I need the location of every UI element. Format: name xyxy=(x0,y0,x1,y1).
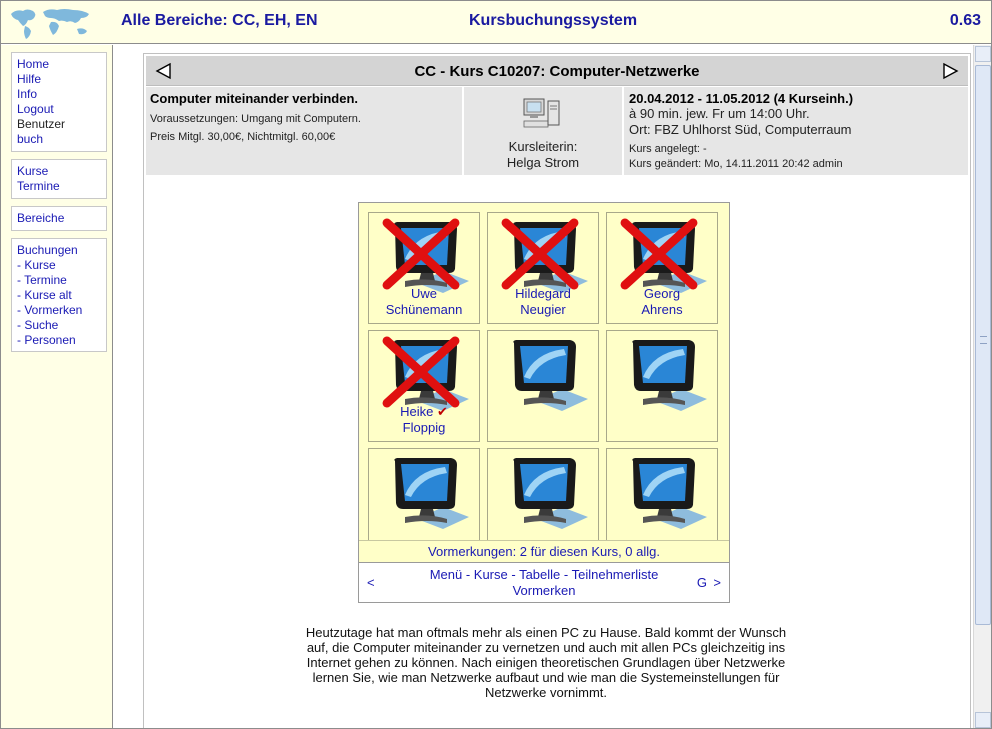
nav-logout[interactable]: Logout xyxy=(17,102,101,117)
booked-cross-icon xyxy=(382,218,460,290)
scroll-down-button[interactable] xyxy=(975,712,991,728)
link-menu[interactable]: Menü xyxy=(430,567,463,582)
course-prerequisites: Voraussetzungen: Umgang mit Computern. xyxy=(150,113,361,125)
course-header: CC - Kurs C10207: Computer-Netzwerke xyxy=(146,56,968,86)
nav-info[interactable]: Info xyxy=(17,87,101,102)
course-location: Ort: FBZ Uhlhorst Süd, Computerraum xyxy=(629,122,852,137)
course-title: CC - Kurs C10207: Computer-Netzwerke xyxy=(414,63,700,80)
computer-seat-icon xyxy=(632,458,707,529)
computer-seat-icon xyxy=(394,458,469,529)
nav-group-bookings: Buchungen - Kurse - Termine - Kurse alt … xyxy=(11,238,107,352)
computer-seat-icon xyxy=(632,340,707,411)
seat-participant-name[interactable]: Uwe Schünemann xyxy=(369,286,479,318)
seat-grid: Uwe Schünemann Hildegard Neugier Georg Ahrens… xyxy=(358,202,730,603)
booked-cross-icon xyxy=(382,336,460,408)
nav-areas[interactable]: Bereiche xyxy=(17,211,101,226)
booked-cross-icon xyxy=(620,218,698,290)
seat-participant-name[interactable]: Heike ✔ Floppig xyxy=(369,404,479,436)
seat-cell[interactable]: Heike ✔ Floppig xyxy=(368,330,480,442)
nav-dates[interactable]: Termine xyxy=(17,179,101,194)
course-modified: Kurs geändert: Mo, 14.11.2011 20:42 admi… xyxy=(629,158,843,170)
nav-bookings-old-courses[interactable]: - Kurse alt xyxy=(17,288,101,303)
link-reserve[interactable]: Vormerken xyxy=(513,583,576,598)
nav-group-main: Home Hilfe Info Logout Benutzer buch xyxy=(11,52,107,152)
vertical-scrollbar[interactable] xyxy=(973,45,991,728)
nav-g-link[interactable]: G xyxy=(697,575,707,590)
nav-group-areas: Bereiche xyxy=(11,206,107,231)
nav-bookings-dates[interactable]: - Termine xyxy=(17,273,101,288)
nav-bookings-courses[interactable]: - Kurse xyxy=(17,258,101,273)
nav-bookings[interactable]: Buchungen xyxy=(17,243,101,258)
version-number: 0.63 xyxy=(949,12,981,29)
top-header: Alle Bereiche: CC, EH, EN Kursbuchungssy… xyxy=(1,1,991,44)
nav-prev-link[interactable]: < xyxy=(367,575,375,590)
course-leader: Kursleiterin: Helga Strom xyxy=(464,87,622,175)
computer-seat-icon xyxy=(513,340,588,411)
nav-user-label: Benutzer xyxy=(17,117,66,131)
leader-label: Kursleiterin: xyxy=(508,139,578,154)
seat-participant-name[interactable]: Hildegard Neugier xyxy=(488,286,598,318)
participant-first-name: Georg xyxy=(643,286,681,301)
system-title: Kursbuchungssystem xyxy=(469,12,638,29)
scroll-up-button[interactable] xyxy=(975,46,991,62)
sidebar: Home Hilfe Info Logout Benutzer buch Kur… xyxy=(1,45,113,728)
nav-help[interactable]: Hilfe xyxy=(17,72,101,87)
booked-cross-icon xyxy=(501,218,579,290)
reservations-link[interactable]: Vormerkungen: 2 für diesen Kurs, 0 allg. xyxy=(359,540,729,561)
browser-window: Alle Bereiche: CC, EH, EN Kursbuchungssy… xyxy=(0,0,992,729)
world-map-icon[interactable] xyxy=(7,5,97,41)
nav-home[interactable]: Home xyxy=(17,57,101,72)
nav-bookings-reserve[interactable]: - Vormerken xyxy=(17,303,101,318)
course-times: à 90 min. jew. Fr um 14:00 Uhr. xyxy=(629,106,810,121)
course-created: Kurs angelegt: - xyxy=(629,143,707,155)
seat-grid-navigation: < Menü - Kurse - Tabelle - Teilnehmerlis… xyxy=(359,562,729,602)
course-info-row: Computer miteinander verbinden. Vorausse… xyxy=(146,87,968,175)
course-panel: CC - Kurs C10207: Computer-Netzwerke Com… xyxy=(143,53,971,728)
nav-bookings-search[interactable]: - Suche xyxy=(17,318,101,333)
computer-seat-icon xyxy=(513,458,588,529)
participant-last-name: Neugier xyxy=(520,302,566,317)
nav-courses[interactable]: Kurse xyxy=(17,164,101,179)
area-selection[interactable]: Alle Bereiche: CC, EH, EN xyxy=(121,12,318,30)
next-course-arrow-icon[interactable] xyxy=(940,62,960,80)
participant-last-name: Floppig xyxy=(402,420,446,435)
seat-grid-links: Menü - Kurse - Tabelle - Teilnehmerliste… xyxy=(429,567,659,598)
link-table[interactable]: Tabelle xyxy=(519,567,560,582)
link-participant-list[interactable]: Teilnehmerliste xyxy=(572,567,659,582)
nav-bookings-persons[interactable]: - Personen xyxy=(17,333,101,348)
seat-cell[interactable]: Georg Ahrens xyxy=(606,212,718,324)
course-schedule: 20.04.2012 - 11.05.2012 (4 Kurseinh.) à … xyxy=(624,87,968,175)
seat-participant-name[interactable]: Georg Ahrens xyxy=(607,286,717,318)
nav-group-courses: Kurse Termine xyxy=(11,159,107,199)
course-dates: 20.04.2012 - 11.05.2012 (4 Kurseinh.) xyxy=(629,91,854,106)
seat-cell[interactable]: Hildegard Neugier xyxy=(487,212,599,324)
scrollbar-thumb[interactable] xyxy=(975,65,991,625)
computer-icon xyxy=(523,98,560,128)
nav-user-name[interactable]: buch xyxy=(17,132,101,147)
seat-cell[interactable] xyxy=(487,330,599,442)
nav-next-link[interactable]: > xyxy=(713,575,721,590)
leader-name: Helga Strom xyxy=(506,155,580,170)
seat-cell[interactable] xyxy=(606,330,718,442)
course-summary: Computer miteinander verbinden. Vorausse… xyxy=(146,87,462,175)
own-booking-check-icon: ✔ xyxy=(436,404,448,419)
participant-first-name: Uwe xyxy=(410,286,437,301)
seat-cell[interactable]: Uwe Schünemann xyxy=(368,212,480,324)
participant-first-name: Heike xyxy=(400,404,434,419)
participant-last-name: Schünemann xyxy=(385,302,463,317)
participant-first-name: Hildegard xyxy=(515,286,571,301)
link-courses[interactable]: Kurse xyxy=(474,567,508,582)
course-price: Preis Mitgl. 30,00€, Nichtmitgl. 60,00€ xyxy=(150,131,336,143)
participant-last-name: Ahrens xyxy=(641,302,683,317)
course-description: Heutzutage hat man oftmals mehr als eine… xyxy=(305,625,787,700)
course-headline: Computer miteinander verbinden. xyxy=(150,91,359,106)
